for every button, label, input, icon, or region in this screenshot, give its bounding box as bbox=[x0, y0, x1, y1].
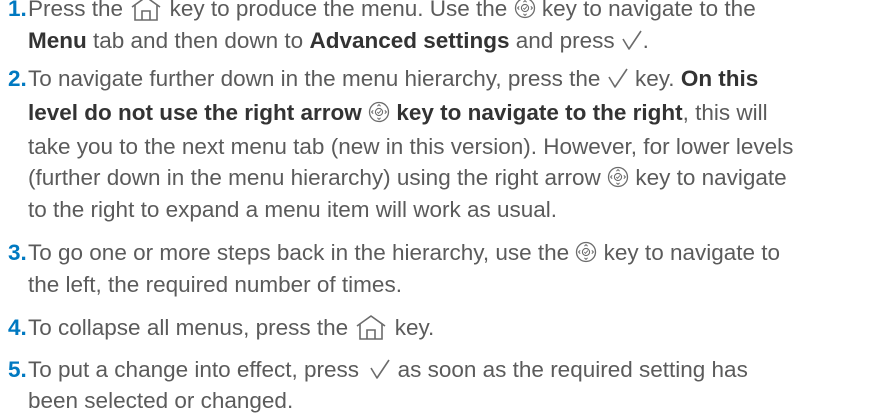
home-key-icon bbox=[354, 313, 388, 341]
menu-tab-label: Menu bbox=[28, 27, 87, 53]
checkmark-key-icon bbox=[621, 29, 643, 51]
navigation-key-icon bbox=[368, 101, 390, 123]
step-5: 5. To put a change into effect, press as… bbox=[0, 354, 880, 417]
step-number: 2. bbox=[8, 66, 27, 91]
step-3-line-2: the left, the required number of times. bbox=[28, 271, 402, 297]
step-number: 5. bbox=[8, 356, 27, 382]
step-5-line-1: To put a change into effect, press as so… bbox=[28, 356, 748, 382]
step-3-line-1: To go one or more steps back in the hier… bbox=[28, 240, 781, 265]
step-4-line-1: To collapse all menus, press the key. bbox=[28, 313, 435, 341]
navigation-key-icon bbox=[514, 0, 536, 19]
navigation-key-icon bbox=[607, 166, 629, 188]
instruction-list: 1. Press the key to produce the menu. Us… bbox=[0, 0, 880, 417]
step-3: 3. To go one or more steps back in the h… bbox=[0, 237, 880, 300]
step-5-line-2: been selected or changed. bbox=[28, 388, 294, 413]
step-number: 4. bbox=[8, 315, 27, 340]
navigation-key-icon bbox=[575, 241, 597, 263]
step-2-line-2: level do not use the right arrow key to … bbox=[28, 99, 768, 125]
step-1-line-1: Press the key to produce the menu. Use t… bbox=[28, 0, 880, 25]
step-2-line-4: (further down in the menu hierarchy) usi… bbox=[28, 165, 787, 190]
step-1-line-2: Menu tab and then down to Advanced setti… bbox=[28, 27, 649, 53]
step-2-line-5: to the right to expand a menu item will … bbox=[28, 196, 558, 222]
step-2-line-1: To navigate further down in the menu hie… bbox=[28, 66, 759, 91]
step-number: 1. bbox=[8, 0, 27, 21]
step-4: 4. To collapse all menus, press the key. bbox=[0, 312, 880, 344]
checkmark-key-icon bbox=[607, 67, 629, 89]
home-key-icon bbox=[129, 0, 163, 22]
step-2: 2. To navigate further down in the menu … bbox=[0, 63, 880, 225]
checkmark-key-icon bbox=[369, 358, 391, 380]
advanced-settings-label: Advanced settings bbox=[309, 27, 510, 53]
step-2-line-3: take you to the next menu tab (new in th… bbox=[28, 133, 794, 159]
step-number: 3. bbox=[8, 240, 27, 265]
step-1: 1. Press the key to produce the menu. Us… bbox=[0, 0, 880, 56]
